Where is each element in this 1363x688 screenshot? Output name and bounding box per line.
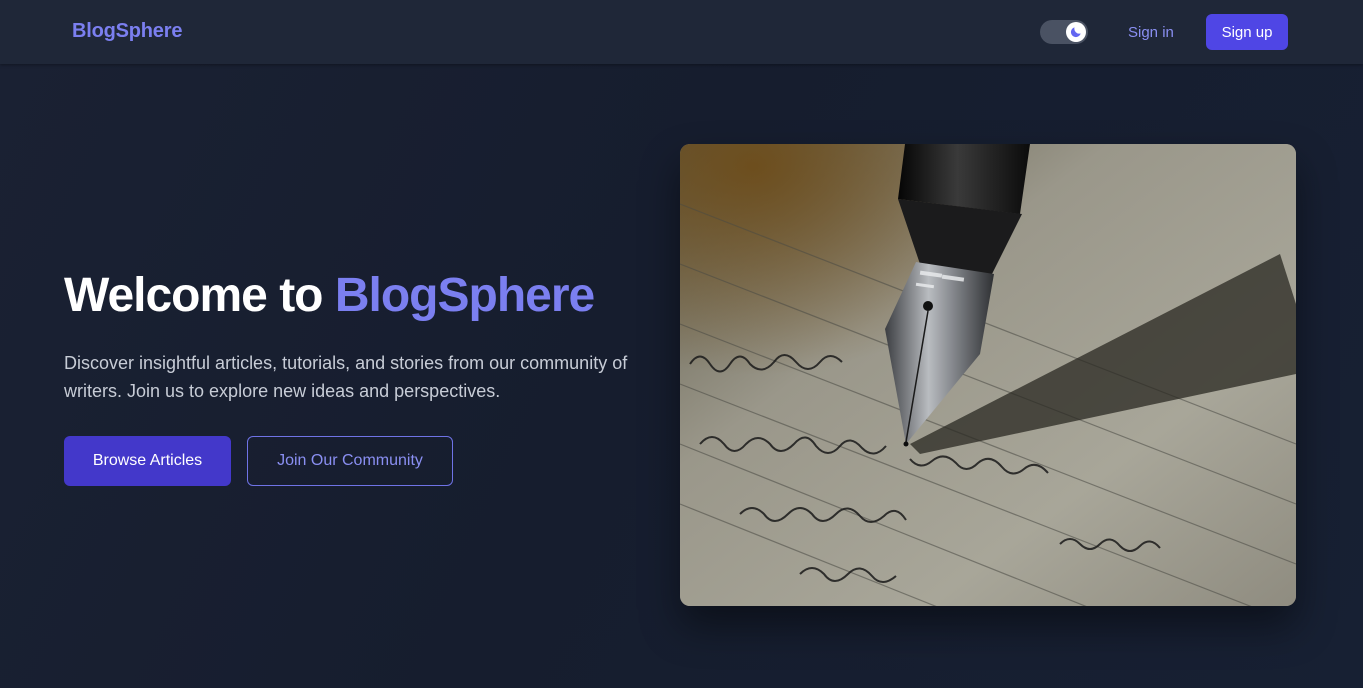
top-navbar: BlogSphere Sign in Sign up xyxy=(0,0,1363,64)
join-community-button[interactable]: Join Our Community xyxy=(247,436,453,486)
brand-logo[interactable]: BlogSphere xyxy=(72,20,182,43)
moon-icon xyxy=(1070,27,1081,38)
hero-title: Welcome to BlogSphere xyxy=(64,266,595,326)
sign-in-link[interactable]: Sign in xyxy=(1128,24,1174,41)
browse-articles-button[interactable]: Browse Articles xyxy=(64,436,231,486)
toggle-knob xyxy=(1066,22,1086,42)
hero-title-prefix: Welcome to xyxy=(64,269,335,322)
sign-up-button[interactable]: Sign up xyxy=(1206,14,1288,50)
hero-image xyxy=(680,144,1296,606)
hero-description: Discover insightful articles, tutorials,… xyxy=(64,353,628,401)
hero-title-highlight: BlogSphere xyxy=(334,269,595,322)
theme-toggle[interactable] xyxy=(1040,20,1088,44)
fountain-pen-illustration xyxy=(680,144,1296,606)
